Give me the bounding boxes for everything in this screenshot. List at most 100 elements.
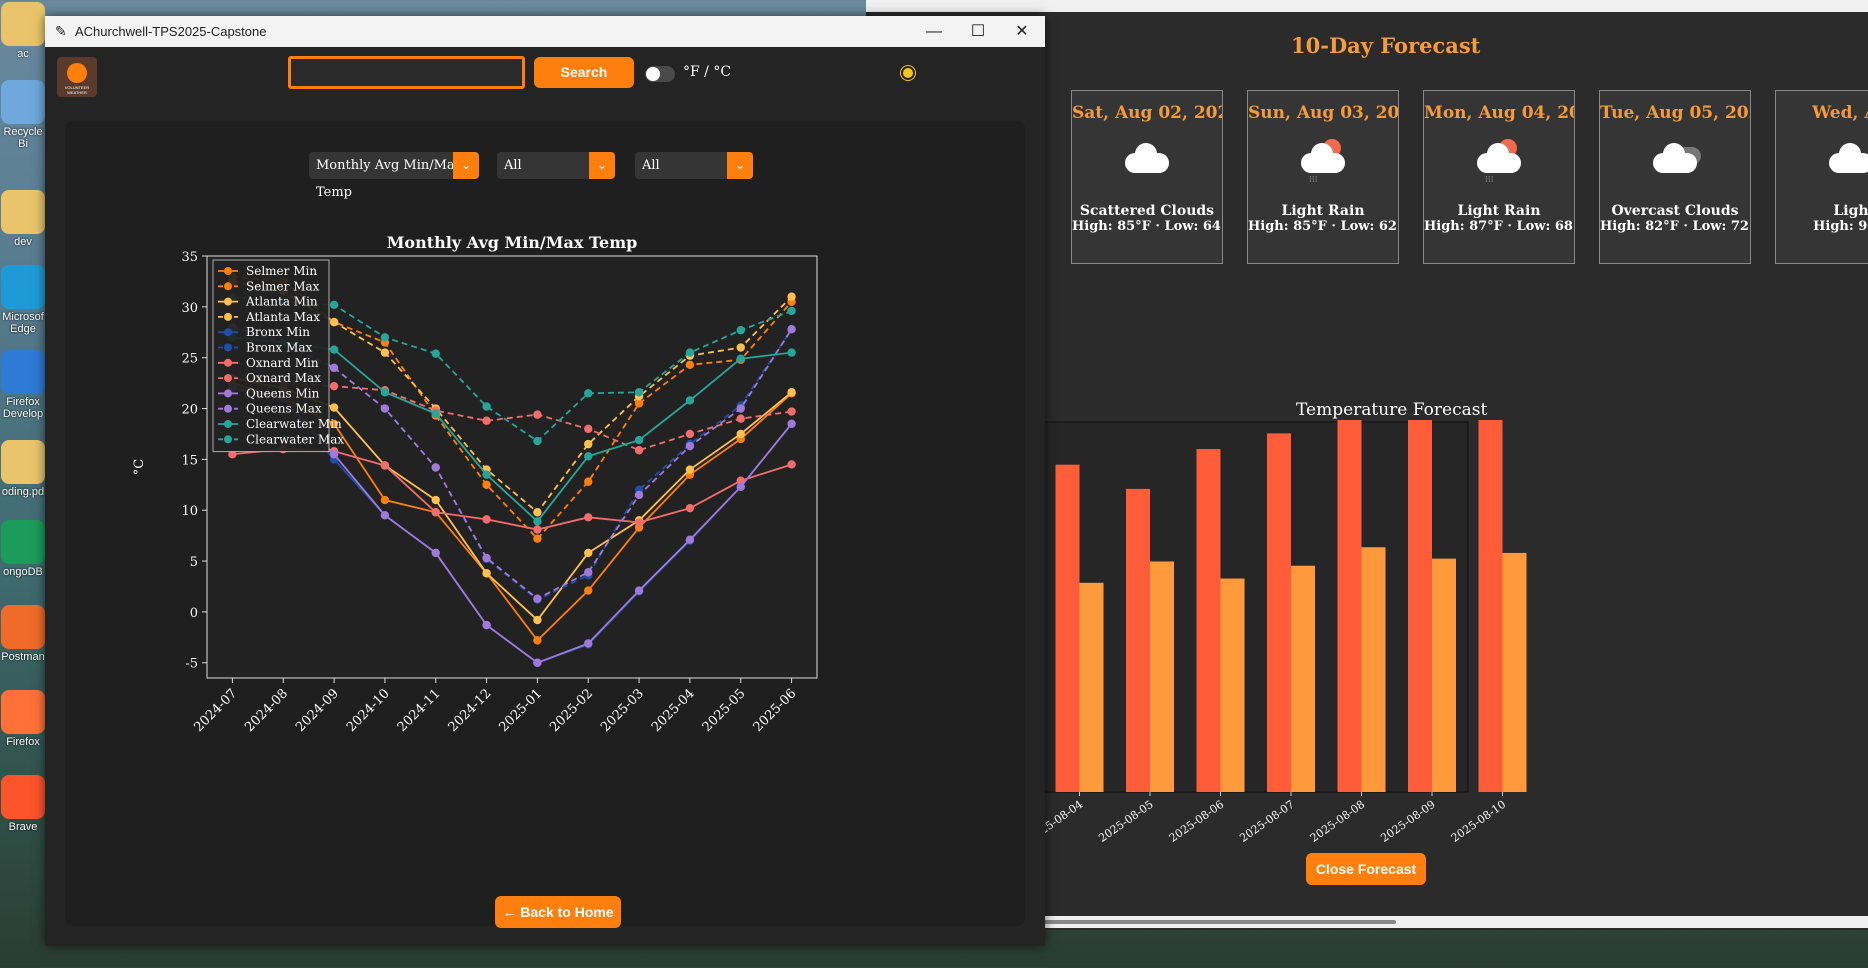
legend-marker xyxy=(224,374,232,383)
legend-marker xyxy=(224,328,232,337)
y-tick-label: 35 xyxy=(181,250,198,265)
day-condition: Scattered Clouds xyxy=(1079,203,1215,219)
legend-marker xyxy=(224,312,232,321)
data-point xyxy=(482,569,491,578)
data-point xyxy=(634,388,644,397)
app-icon xyxy=(1,690,45,734)
unit-toggle-switch[interactable] xyxy=(645,66,675,82)
period-dropdown[interactable]: All ⌄ xyxy=(635,152,753,179)
day-card: Sat, Aug 02, 2025 Scattered CloudsHigh: 8… xyxy=(1071,90,1223,264)
data-point xyxy=(787,325,796,334)
close-forecast-button[interactable]: Close Forecast xyxy=(1306,853,1426,885)
data-point xyxy=(736,326,745,335)
day-high-low: High: 82°F · Low: 72°F xyxy=(1600,219,1751,234)
forecast-bar xyxy=(1079,582,1104,792)
chevron-down-icon[interactable]: ⌄ xyxy=(727,152,753,179)
data-point xyxy=(431,508,440,517)
data-point xyxy=(431,495,440,505)
desktop-icon-label: ac xyxy=(17,48,29,60)
data-point xyxy=(584,513,593,522)
legend-marker xyxy=(224,358,232,367)
y-tick-label: 15 xyxy=(181,453,198,468)
data-point xyxy=(736,354,745,363)
data-point xyxy=(634,490,644,500)
desktop-icon[interactable]: ongoDB xyxy=(0,520,46,578)
cloud-icon xyxy=(1821,137,1868,181)
forecast-bar xyxy=(1291,565,1315,792)
data-point xyxy=(736,343,745,352)
legend-label: Selmer Max xyxy=(246,279,320,293)
data-point xyxy=(787,306,796,316)
legend-label: Atlanta Max xyxy=(245,310,320,324)
desktop-icon-label: Brave xyxy=(8,821,38,833)
theme-toggle-icon[interactable] xyxy=(903,68,913,78)
data-point xyxy=(482,620,491,630)
desktop-icon[interactable]: dev xyxy=(0,190,46,248)
chevron-down-icon[interactable]: ⌄ xyxy=(589,152,615,179)
app-icon xyxy=(1,190,45,234)
desktop-icon-label: Microsof Edge xyxy=(2,311,44,335)
data-point xyxy=(431,548,440,558)
search-input[interactable] xyxy=(288,56,525,89)
desktop-icon[interactable]: Brave xyxy=(0,775,46,833)
app-icon xyxy=(1,605,45,649)
data-point xyxy=(380,511,390,520)
legend-marker xyxy=(224,389,232,398)
close-window-button[interactable]: ✕ xyxy=(1000,16,1044,47)
day-date: Sun, Aug 03, 2025 xyxy=(1248,103,1399,123)
data-point xyxy=(584,586,593,595)
chevron-down-icon[interactable]: ⌄ xyxy=(453,152,479,179)
forecast-bar xyxy=(1150,561,1174,792)
forecast-bar xyxy=(1337,420,1362,792)
forecast-bar xyxy=(1502,552,1527,792)
day-high-low: High: 90°I xyxy=(1813,219,1868,234)
data-point xyxy=(634,586,644,595)
desktop-icon[interactable]: Recycle Bi xyxy=(0,80,46,150)
day-condition: Overcast Clouds xyxy=(1611,203,1739,219)
x-tick-label: 2025-04 xyxy=(649,686,698,735)
legend-marker xyxy=(224,343,232,352)
forecast-bar xyxy=(1408,420,1432,792)
desktop-icon[interactable]: Firefox xyxy=(0,690,46,748)
forecast-bar xyxy=(1478,420,1503,792)
desktop-icon-label: Firefox xyxy=(6,736,40,748)
main-window-titlebar[interactable]: ✎ AChurchwell-TPS2025-Capstone — ☐ ✕ xyxy=(45,16,1045,47)
data-point xyxy=(787,348,796,357)
day-date: Mon, Aug 04, 2025 xyxy=(1424,103,1574,123)
search-button[interactable]: Search xyxy=(534,57,634,88)
data-point xyxy=(533,594,542,603)
x-tick-label: 2024-07 xyxy=(191,686,240,735)
desktop-icon[interactable]: Postman xyxy=(0,605,46,663)
forecast-window-titlebar[interactable] xyxy=(866,0,1868,12)
app-logo: VOLUNTEER WEATHER xyxy=(57,57,97,97)
legend-marker xyxy=(224,282,232,291)
data-point xyxy=(584,452,593,461)
data-point xyxy=(736,404,745,413)
data-point xyxy=(533,525,542,534)
city-dropdown[interactable]: All ⌄ xyxy=(497,152,615,179)
desktop-icon[interactable]: ac xyxy=(0,2,46,60)
data-point xyxy=(482,470,491,479)
desktop-icon[interactable]: Microsof Edge xyxy=(0,265,46,335)
x-tick-label: 2024-09 xyxy=(293,686,342,735)
day-condition: Light Rain xyxy=(1281,203,1365,219)
desktop-icon[interactable]: oding.pd xyxy=(0,440,46,498)
logo-emblem-icon xyxy=(67,63,87,83)
back-to-home-button[interactable]: ← Back to Home xyxy=(495,896,621,928)
chart-title: Monthly Avg Min/Max Temp xyxy=(387,236,638,252)
day-date: Wed, Au xyxy=(1812,103,1868,123)
data-point xyxy=(736,429,745,439)
app-icon xyxy=(1,350,45,394)
app-icon xyxy=(1,440,45,484)
day-card: Sun, Aug 03, 2025 ⁞⁞⁞ Light RainHigh: 85°F… xyxy=(1247,90,1399,264)
data-point xyxy=(584,639,593,648)
desktop-icon[interactable]: Firefox Develop xyxy=(0,350,46,420)
data-point xyxy=(329,300,339,310)
desktop-icon-label: oding.pd xyxy=(1,486,45,498)
minimize-button[interactable]: — xyxy=(912,16,956,47)
day-date: Tue, Aug 05, 2025 xyxy=(1600,103,1750,123)
metric-dropdown[interactable]: Monthly Avg Min/Max Temp ⌄ xyxy=(309,152,479,200)
maximize-button[interactable]: ☐ xyxy=(956,16,1000,47)
data-point xyxy=(584,477,593,486)
forecast-bar xyxy=(1267,433,1291,792)
